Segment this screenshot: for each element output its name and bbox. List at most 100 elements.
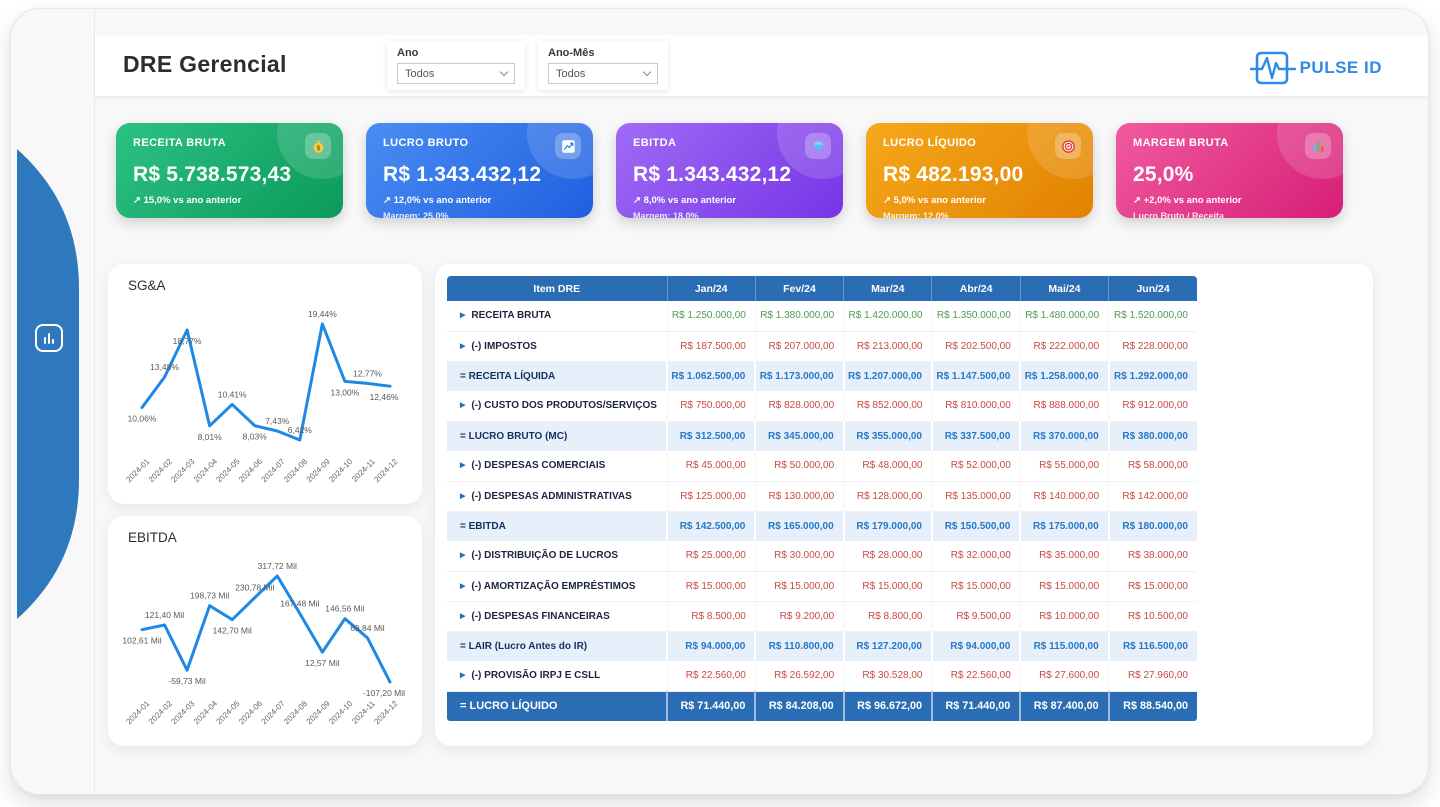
sidebar-rail (17, 149, 97, 619)
row-label-cell: ▶(-) PROVISÃO IRPJ E CSLL (447, 661, 667, 691)
table-row[interactable]: = RECEITA LÍQUIDAR$ 1.062.500,00R$ 1.173… (447, 361, 1197, 391)
header: DRE Gerencial Ano Todos Ano-Mês Todos PU… (95, 35, 1428, 97)
value-cell: R$ 15.000,00 (844, 571, 932, 601)
table-row[interactable]: ▶(-) DISTRIBUIÇÃO DE LUCROSR$ 25.000,00R… (447, 541, 1197, 571)
value-cell: R$ 165.000,00 (755, 511, 843, 541)
row-label-cell: ▶(-) IMPOSTOS (447, 331, 667, 361)
kpi-subtext: Margem: 25,0% (383, 211, 449, 218)
value-cell: R$ 130.000,00 (755, 481, 843, 511)
chevron-down-icon (500, 68, 508, 76)
money-bag-icon: $ (305, 133, 331, 159)
value-cell: R$ 25.000,00 (667, 541, 755, 571)
svg-text:69,84 Mil: 69,84 Mil (350, 623, 385, 633)
column-header: Item DRE (447, 276, 667, 301)
value-cell: R$ 1.420.000,00 (844, 301, 932, 331)
value-cell: R$ 1.250.000,00 (667, 301, 755, 331)
kpi-card: RECEITA BRUTA $ R$ 5.738.573,43 ↗ 15,0% … (116, 123, 343, 218)
row-label-cell: ▶(-) DESPESAS COMERCIAIS (447, 451, 667, 481)
table-row[interactable]: ▶(-) AMORTIZAÇÃO EMPRÉSTIMOSR$ 15.000,00… (447, 571, 1197, 601)
kpi-card: MARGEM BRUTA 25,0% ↗ +2,0% vs ano anteri… (1116, 123, 1343, 218)
table-row[interactable]: ▶(-) DESPESAS COMERCIAISR$ 45.000,00R$ 5… (447, 451, 1197, 481)
table-row[interactable]: ▶(-) IMPOSTOSR$ 187.500,00R$ 207.000,00R… (447, 331, 1197, 361)
svg-text:2024-12: 2024-12 (372, 457, 400, 485)
value-cell: R$ 15.000,00 (1109, 571, 1197, 601)
table-header: Item DREJan/24Fev/24Mar/24Abr/24Mai/24Ju… (447, 276, 1197, 301)
expand-icon[interactable]: ▶ (460, 462, 465, 469)
table-row[interactable]: = LAIR (Lucro Antes do IR)R$ 94.000,00R$… (447, 631, 1197, 661)
svg-text:-107,20 Mil: -107,20 Mil (363, 688, 405, 698)
value-cell: R$ 125.000,00 (667, 481, 755, 511)
value-cell: R$ 30.000,00 (755, 541, 843, 571)
value-cell: R$ 202.500,00 (932, 331, 1020, 361)
target-icon (1055, 133, 1081, 159)
ano-filter: Ano Todos (387, 41, 525, 90)
ano-filter-select[interactable]: Todos (397, 63, 515, 84)
ano-mes-filter-select[interactable]: Todos (548, 63, 658, 84)
kpi-value: R$ 1.343.432,12 (383, 163, 541, 187)
value-cell: R$ 116.500,00 (1109, 631, 1197, 661)
value-cell: R$ 10.000,00 (1020, 601, 1108, 631)
value-cell: R$ 15.000,00 (1020, 571, 1108, 601)
expand-icon[interactable]: ▶ (460, 343, 465, 350)
kpi-label: MARGEM BRUTA (1133, 137, 1229, 149)
svg-text:230,78 Mil: 230,78 Mil (235, 583, 274, 593)
value-cell: R$ 1.480.000,00 (1020, 301, 1108, 331)
table-row[interactable]: = LUCRO LÍQUIDOR$ 71.440,00R$ 84.208,00R… (447, 691, 1197, 721)
row-label-cell: = LUCRO LÍQUIDO (447, 691, 667, 721)
expand-icon[interactable]: ▶ (460, 672, 465, 679)
expand-icon[interactable]: ▶ (460, 583, 465, 590)
svg-text:$: $ (316, 145, 320, 152)
bar-chart-nav-button[interactable] (35, 324, 63, 352)
row-label-cell: = EBITDA (447, 511, 667, 541)
svg-text:146,56 Mil: 146,56 Mil (325, 604, 364, 614)
kpi-delta: ↗ 5,0% vs ano anterior (883, 195, 986, 206)
column-header: Jun/24 (1109, 276, 1197, 301)
sidebar-rail-shape (17, 149, 97, 619)
svg-text:13,00%: 13,00% (330, 387, 359, 397)
value-cell: R$ 15.000,00 (667, 571, 755, 601)
table-row[interactable]: = LUCRO BRUTO (MC)R$ 312.500,00R$ 345.00… (447, 421, 1197, 451)
svg-text:12,77%: 12,77% (353, 368, 382, 378)
value-cell: R$ 828.000,00 (755, 391, 843, 421)
kpi-label: LUCRO BRUTO (383, 137, 468, 149)
table-row[interactable]: ▶(-) PROVISÃO IRPJ E CSLLR$ 22.560,00R$ … (447, 661, 1197, 691)
svg-text:142,70 Mil: 142,70 Mil (213, 626, 252, 636)
row-label-cell: = LAIR (Lucro Antes do IR) (447, 631, 667, 661)
kpi-subtext: Margem: 12,0% (883, 211, 949, 218)
table-row[interactable]: ▶(-) DESPESAS ADMINISTRATIVASR$ 125.000,… (447, 481, 1197, 511)
value-cell: R$ 888.000,00 (1020, 391, 1108, 421)
svg-text:18,77%: 18,77% (173, 336, 202, 346)
sga-chart[interactable]: 10,06%13,48%18,77%8,01%10,41%8,03%7,43%6… (116, 300, 414, 496)
value-cell: R$ 8.800,00 (844, 601, 932, 631)
kpi-delta: ↗ 8,0% vs ano anterior (633, 195, 736, 206)
expand-icon[interactable]: ▶ (460, 493, 465, 500)
svg-text:167,48 Mil: 167,48 Mil (280, 598, 319, 608)
expand-icon[interactable]: ▶ (460, 613, 465, 620)
dashboard-container: DRE Gerencial Ano Todos Ano-Mês Todos PU… (10, 8, 1429, 795)
kpi-label: LUCRO LÍQUIDO (883, 137, 976, 149)
value-cell: R$ 15.000,00 (755, 571, 843, 601)
sga-chart-card: SG&A 10,06%13,48%18,77%8,01%10,41%8,03%7… (108, 264, 422, 504)
value-cell: R$ 175.000,00 (1020, 511, 1108, 541)
table-row[interactable]: ▶RECEITA BRUTAR$ 1.250.000,00R$ 1.380.00… (447, 301, 1197, 331)
svg-text:317,72 Mil: 317,72 Mil (258, 561, 297, 571)
value-cell: R$ 30.528,00 (844, 661, 932, 691)
value-cell: R$ 312.500,00 (667, 421, 755, 451)
value-cell: R$ 9.200,00 (755, 601, 843, 631)
expand-icon[interactable]: ▶ (460, 552, 465, 559)
value-cell: R$ 96.672,00 (844, 691, 932, 721)
table-row[interactable]: = EBITDAR$ 142.500,00R$ 165.000,00R$ 179… (447, 511, 1197, 541)
kpi-label: EBITDA (633, 137, 676, 149)
table-row[interactable]: ▶(-) CUSTO DOS PRODUTOS/SERVIÇOSR$ 750.0… (447, 391, 1197, 421)
table-row[interactable]: ▶(-) DESPESAS FINANCEIRASR$ 8.500,00R$ 9… (447, 601, 1197, 631)
expand-icon[interactable]: ▶ (460, 312, 465, 319)
value-cell: R$ 370.000,00 (1020, 421, 1108, 451)
kpi-card: LUCRO LÍQUIDO R$ 482.193,00 ↗ 5,0% vs an… (866, 123, 1093, 218)
expand-icon[interactable]: ▶ (460, 402, 465, 409)
ebitda-chart[interactable]: 102,61 Mil121,40 Mil-59,73 Mil198,73 Mil… (116, 552, 414, 738)
column-header: Jan/24 (667, 276, 755, 301)
svg-text:12,46%: 12,46% (370, 392, 399, 402)
value-cell: R$ 207.000,00 (755, 331, 843, 361)
value-cell: R$ 27.600,00 (1020, 661, 1108, 691)
value-cell: R$ 1.380.000,00 (755, 301, 843, 331)
